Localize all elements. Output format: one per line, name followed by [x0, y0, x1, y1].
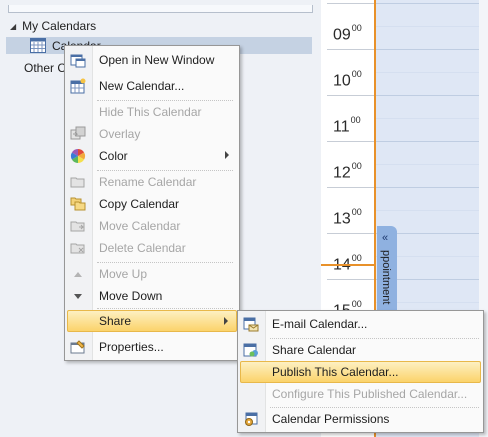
- menu-item-rename-calendar[interactable]: Rename Calendar: [67, 171, 237, 193]
- copy-folder-icon: [70, 197, 86, 211]
- open-window-icon: [70, 54, 86, 68]
- hour-divider: [327, 3, 375, 4]
- menu-item-new-calendar[interactable]: New Calendar...: [67, 75, 237, 97]
- hour-divider: [327, 187, 375, 188]
- appointment-tab-label: ppointment: [380, 250, 392, 305]
- menu-item-move-up[interactable]: Move Up: [67, 263, 237, 285]
- menu-item-color[interactable]: Color: [67, 145, 237, 167]
- menu-item-delete-calendar[interactable]: Delete Calendar: [67, 237, 237, 259]
- collapse-chevron-icon[interactable]: «: [382, 232, 388, 244]
- color-wheel-icon: [70, 148, 86, 164]
- hour-divider: [327, 95, 375, 96]
- new-calendar-icon: [70, 78, 86, 94]
- hour-label-13: 1300: [333, 207, 362, 228]
- menu-item-calendar-permissions[interactable]: Calendar Permissions: [240, 408, 481, 430]
- properties-icon: [70, 340, 85, 354]
- slot-half-line: [376, 26, 488, 27]
- submenu-arrow-icon: [225, 151, 229, 159]
- menu-item-publish-this-calendar[interactable]: Publish This Calendar...: [240, 361, 481, 383]
- menu-item-share[interactable]: Share: [67, 310, 237, 332]
- slot-line: [376, 95, 488, 96]
- calendar-context-menu: Open in New Window New Calendar... Hide …: [64, 45, 240, 361]
- hour-label-12: 1200: [333, 161, 362, 182]
- hour-label-10: 1000: [333, 69, 362, 90]
- move-folder-icon: [70, 221, 85, 232]
- menu-item-move-down[interactable]: Move Down: [67, 285, 237, 307]
- email-calendar-icon: [243, 317, 259, 332]
- hour-label-09: 0900: [333, 23, 362, 44]
- slot-half-line: [376, 210, 488, 211]
- menu-item-properties[interactable]: Properties...: [67, 336, 237, 358]
- menu-item-hide-this-calendar[interactable]: Hide This Calendar: [67, 101, 237, 123]
- menu-item-open-in-new-window[interactable]: Open in New Window: [67, 49, 237, 71]
- share-calendar-icon: [243, 343, 258, 357]
- menu-item-move-calendar[interactable]: Move Calendar: [67, 215, 237, 237]
- slot-half-line: [376, 118, 488, 119]
- up-triangle-icon: [74, 272, 82, 277]
- nav-scroll-strip: [8, 5, 313, 13]
- calendar-icon: [30, 38, 46, 53]
- group-label: My Calendars: [22, 19, 97, 33]
- slot-line: [376, 3, 488, 4]
- hour-divider: [327, 141, 375, 142]
- rename-folder-icon: [70, 177, 85, 188]
- hour-divider: [327, 49, 375, 50]
- collapse-triangle-icon[interactable]: ◢: [10, 22, 16, 31]
- current-time-line: [321, 264, 375, 266]
- menu-item-share-calendar[interactable]: Share Calendar: [240, 339, 481, 361]
- down-triangle-icon: [74, 294, 82, 299]
- share-submenu: E-mail Calendar... Share Calendar Publis…: [237, 310, 484, 433]
- slot-half-line: [376, 164, 488, 165]
- menu-item-email-calendar[interactable]: E-mail Calendar...: [240, 313, 481, 335]
- overlay-icon: [70, 126, 86, 140]
- hour-divider: [327, 233, 375, 234]
- my-calendars-group-header[interactable]: ◢ My Calendars: [10, 18, 96, 34]
- submenu-arrow-icon: [224, 317, 228, 325]
- slot-line: [376, 49, 488, 50]
- slot-line: [376, 187, 488, 188]
- menu-item-copy-calendar[interactable]: Copy Calendar: [67, 193, 237, 215]
- menu-item-configure-published-calendar[interactable]: Configure This Published Calendar...: [240, 383, 481, 405]
- hour-label-11: 1100: [333, 115, 361, 136]
- menu-separator: [97, 308, 233, 309]
- permissions-icon: [245, 412, 258, 426]
- slot-line: [376, 141, 488, 142]
- menu-item-overlay[interactable]: Overlay: [67, 123, 237, 145]
- slot-half-line: [376, 72, 488, 73]
- other-calendars-group-header[interactable]: Other C: [24, 61, 66, 75]
- delete-folder-icon: [70, 243, 85, 254]
- hour-divider: [327, 279, 375, 280]
